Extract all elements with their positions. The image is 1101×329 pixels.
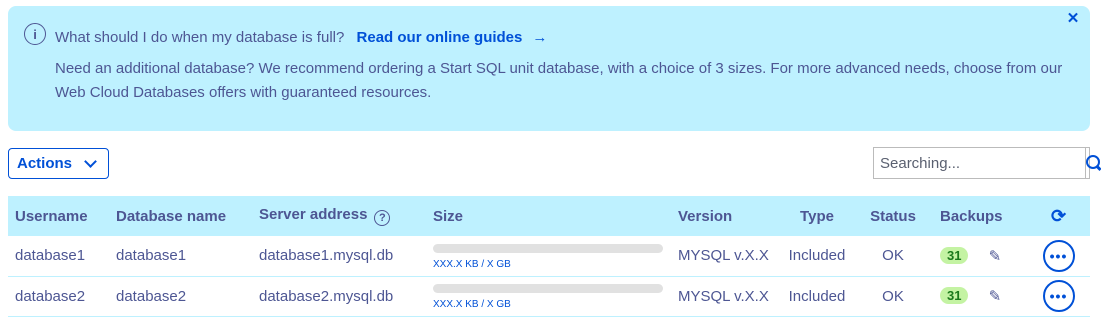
cell-size: XXX.X KB / X GB (426, 236, 671, 276)
header-server-address[interactable]: Server address? (252, 196, 426, 236)
backups-badge[interactable]: 31 (940, 286, 969, 304)
cell-version: MYSQL v.X.X (678, 287, 769, 305)
info-banner: i ✕ What should I do when my database is… (8, 6, 1090, 131)
header-version[interactable]: Version (671, 196, 781, 236)
actions-button-label[interactable]: Actions (17, 155, 72, 172)
search-input[interactable] (874, 148, 1085, 178)
cell-username: database1 (15, 247, 86, 265)
more-options-icon[interactable]: ••• (1042, 280, 1075, 312)
info-icon: i (24, 23, 46, 45)
cell-status: OK (882, 287, 904, 305)
cell-backups: 31 ✎ (933, 276, 1027, 316)
header-type[interactable]: Type (781, 196, 853, 236)
header-server-address-label[interactable]: Server address (259, 206, 367, 223)
cell-status: OK (882, 247, 904, 265)
edit-icon[interactable]: ✎ (989, 247, 1002, 265)
cell-backups: 31 ✎ (933, 236, 1027, 276)
table-header-row: Username Database name Server address? S… (8, 196, 1090, 236)
header-size[interactable]: Size (426, 196, 671, 236)
header-username[interactable]: Username (8, 196, 109, 236)
banner-body: Need an additional database? We recommen… (55, 60, 1063, 101)
help-icon[interactable]: ? (374, 210, 391, 226)
cell-database-name: database1 (116, 247, 187, 265)
table-row: database2 database2 database2.mysql.db X… (8, 276, 1090, 316)
size-progress-bar (433, 243, 663, 253)
databases-table: Username Database name Server address? S… (8, 196, 1090, 317)
cell-actions: ••• (1027, 236, 1090, 276)
chevron-down-icon[interactable] (84, 154, 97, 168)
header-database-name[interactable]: Database name (109, 196, 252, 236)
cell-server-address: database1.mysql.db (259, 247, 394, 265)
online-guides-link-label[interactable]: Read our online guides (357, 29, 523, 46)
header-refresh[interactable]: ⟳ (1027, 196, 1090, 236)
cell-database-name: database2 (116, 287, 187, 305)
search-icon[interactable] (1086, 155, 1101, 171)
size-text: XXX.X KB / X GB (433, 258, 511, 270)
search-box (873, 147, 1100, 179)
arrow-right-icon[interactable]: → (532, 29, 547, 46)
banner-headline: What should I do when my database is ful… (55, 29, 547, 46)
cell-version: MYSQL v.X.X (678, 247, 769, 265)
banner-question: What should I do when my database is ful… (55, 29, 345, 46)
cell-actions: ••• (1027, 276, 1090, 316)
cell-server-address: database2.mysql.db (259, 287, 394, 305)
header-backups[interactable]: Backups (933, 196, 1027, 236)
size-progress-bar (433, 284, 663, 293)
cell-type: Included (788, 247, 846, 265)
table-row: database1 database1 database1.mysql.db X… (8, 236, 1090, 276)
refresh-icon[interactable]: ⟳ (1051, 206, 1066, 226)
search-button[interactable] (1085, 148, 1101, 178)
cell-type: Included (788, 287, 846, 305)
close-icon[interactable]: ✕ (1064, 9, 1082, 27)
size-text: XXX.X KB / X GB (433, 299, 511, 310)
actions-button[interactable]: Actions (8, 148, 109, 179)
backups-badge[interactable]: 31 (940, 246, 969, 264)
edit-icon[interactable]: ✎ (989, 287, 1002, 305)
cell-username: database2 (15, 287, 86, 305)
header-status[interactable]: Status (853, 196, 933, 236)
more-options-icon[interactable]: ••• (1042, 239, 1075, 272)
online-guides-link[interactable]: Read our online guides → (357, 29, 548, 46)
cell-size: XXX.X KB / X GB (426, 276, 671, 316)
